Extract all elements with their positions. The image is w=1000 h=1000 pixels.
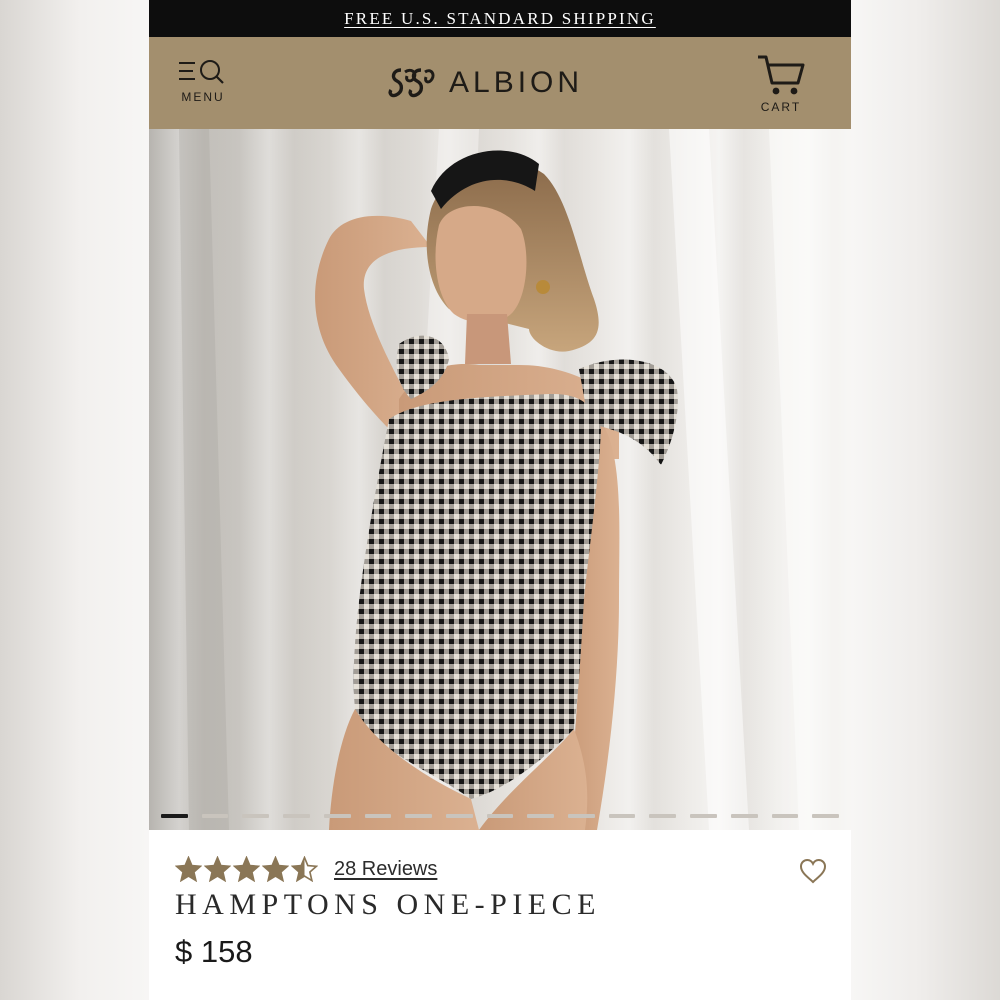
menu-label: MENU — [181, 90, 225, 104]
promo-text[interactable]: FREE U.S. STANDARD SHIPPING — [344, 9, 656, 29]
product-image-carousel[interactable] — [149, 129, 851, 830]
carousel-indicators — [161, 814, 839, 818]
menu-button[interactable]: MENU — [173, 57, 233, 113]
star-rating[interactable] — [175, 856, 318, 882]
carousel-dot[interactable] — [690, 814, 717, 818]
carousel-dot[interactable] — [608, 814, 636, 818]
product-title: HAMPTONS ONE-PIECE — [175, 888, 601, 921]
brand-logo[interactable]: ALBION — [387, 63, 583, 103]
carousel-dot[interactable] — [161, 814, 188, 818]
cart-icon — [758, 55, 805, 95]
menu-search-icon — [179, 60, 224, 84]
heart-outline-icon — [799, 858, 827, 884]
rating-row: 28 Reviews — [175, 856, 437, 882]
star-icon — [262, 856, 289, 882]
carousel-dot[interactable] — [812, 814, 839, 818]
carousel-dot[interactable] — [568, 814, 595, 818]
promo-banner[interactable]: FREE U.S. STANDARD SHIPPING — [149, 0, 851, 37]
star-icon — [291, 856, 318, 882]
carousel-dot[interactable] — [486, 814, 514, 818]
product-price: $ 158 — [175, 934, 253, 969]
carousel-dot[interactable] — [242, 814, 270, 818]
cart-label: CART — [760, 100, 802, 114]
wishlist-button[interactable] — [799, 858, 827, 889]
star-icon — [204, 856, 231, 882]
carousel-dot[interactable] — [445, 814, 473, 818]
carousel-dot[interactable] — [527, 814, 555, 818]
mobile-viewport: FREE U.S. STANDARD SHIPPING MENU ALBION — [149, 0, 851, 1000]
carousel-dot[interactable] — [283, 814, 310, 818]
cart-button[interactable]: CART — [753, 53, 809, 123]
carousel-dot[interactable] — [364, 814, 392, 818]
star-icon — [233, 856, 260, 882]
product-photo — [179, 129, 851, 830]
brand-name: ALBION — [449, 66, 584, 99]
carousel-dot[interactable] — [649, 814, 677, 818]
site-header: MENU ALBION CART — [149, 37, 851, 129]
albion-monogram-icon — [388, 68, 435, 98]
reviews-link[interactable]: 28 Reviews — [334, 858, 437, 881]
carousel-dot[interactable] — [201, 814, 229, 818]
carousel-dot[interactable] — [771, 814, 799, 818]
carousel-dot[interactable] — [730, 814, 758, 818]
carousel-dot[interactable] — [405, 814, 432, 818]
star-icon — [175, 856, 202, 882]
carousel-dot[interactable] — [323, 814, 351, 818]
